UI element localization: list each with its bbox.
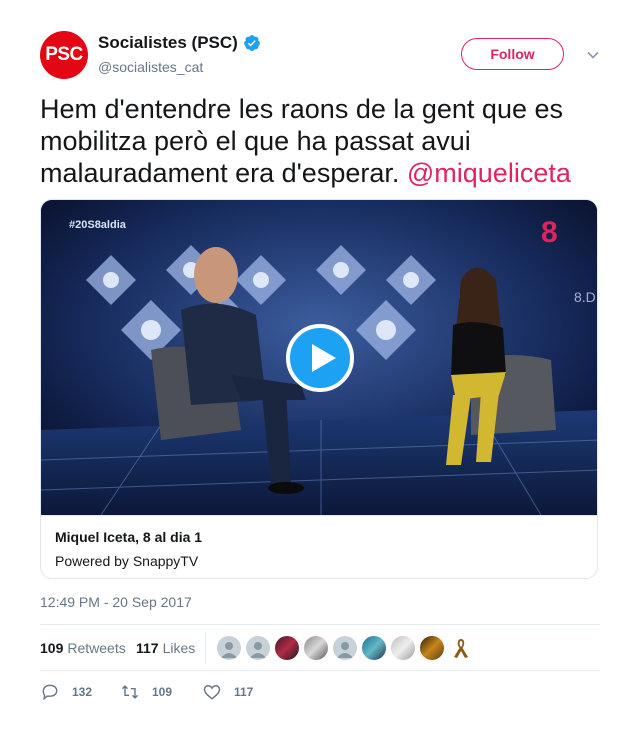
- like-action[interactable]: 117: [202, 682, 253, 702]
- default-user-icon: [337, 642, 353, 658]
- card-meta[interactable]: Miquel Iceta, 8 al dia 1 Powered by Snap…: [41, 515, 597, 578]
- overlay-number: 8.D: [574, 289, 596, 305]
- ribbon-icon: [454, 639, 468, 658]
- liker-avatar[interactable]: [391, 636, 415, 660]
- reply-icon: [42, 684, 58, 701]
- tweet-text: Hem d'entendre les raons de la gent que …: [40, 93, 610, 189]
- tweet-actions: 132 109 117: [40, 682, 340, 706]
- retweets-stat[interactable]: 109 Retweets: [40, 640, 126, 656]
- chevron-down-icon[interactable]: [586, 48, 600, 62]
- retweets-label: Retweets: [67, 640, 126, 656]
- play-icon[interactable]: [286, 324, 354, 392]
- liker-avatar[interactable]: [449, 636, 473, 660]
- liker-avatar[interactable]: [420, 636, 444, 660]
- likes-count: 117: [136, 640, 159, 656]
- liker-avatar[interactable]: [217, 636, 241, 660]
- retweet-count: 109: [152, 685, 173, 699]
- verified-badge-icon: [243, 35, 260, 51]
- default-user-icon: [221, 642, 237, 658]
- display-name-text: Socialistes (PSC): [98, 33, 238, 52]
- liker-avatar[interactable]: [362, 636, 386, 660]
- retweets-count: 109: [40, 640, 64, 656]
- video-player[interactable]: 8 8.D #20S8aldia: [41, 200, 597, 515]
- liker-avatar[interactable]: [333, 636, 357, 660]
- card-source: Powered by SnappyTV: [55, 553, 199, 569]
- author-names: Socialistes (PSC) @socialistes_cat: [98, 33, 261, 75]
- liker-avatar[interactable]: [275, 636, 299, 660]
- channel-logo: 8: [541, 216, 558, 249]
- reply-action[interactable]: 132: [40, 682, 92, 702]
- author-handle[interactable]: @socialistes_cat: [98, 59, 261, 75]
- liker-avatar[interactable]: [246, 636, 270, 660]
- author-display-name[interactable]: Socialistes (PSC): [98, 33, 261, 53]
- heart-icon: [203, 685, 221, 700]
- card-title: Miquel Iceta, 8 al dia 1: [55, 529, 203, 545]
- default-user-icon: [250, 642, 266, 658]
- media-card[interactable]: 8 8.D #20S8aldia Miquel Iceta, 8 al dia …: [40, 199, 598, 579]
- retweet-action[interactable]: 109: [120, 682, 172, 702]
- retweet-icon: [121, 685, 139, 699]
- like-count: 117: [234, 685, 254, 699]
- stats-divider: [205, 633, 206, 663]
- tweet-stats: 109 Retweets 117 Likes: [40, 624, 600, 671]
- author-avatar[interactable]: PSC: [40, 31, 88, 79]
- follow-button[interactable]: Follow: [461, 38, 564, 70]
- mention-link[interactable]: @miqueliceta: [407, 158, 571, 188]
- reply-count: 132: [72, 685, 93, 699]
- avatar-text: PSC: [45, 44, 83, 65]
- likes-stat[interactable]: 117 Likes: [136, 640, 195, 656]
- overlay-hashtag: #20S8aldia: [69, 219, 127, 231]
- tweet-header: PSC Socialistes (PSC) @socialistes_cat F…: [40, 31, 600, 81]
- liker-avatar[interactable]: [304, 636, 328, 660]
- tweet-timestamp[interactable]: 12:49 PM - 20 Sep 2017: [40, 594, 192, 610]
- likes-label: Likes: [162, 640, 196, 656]
